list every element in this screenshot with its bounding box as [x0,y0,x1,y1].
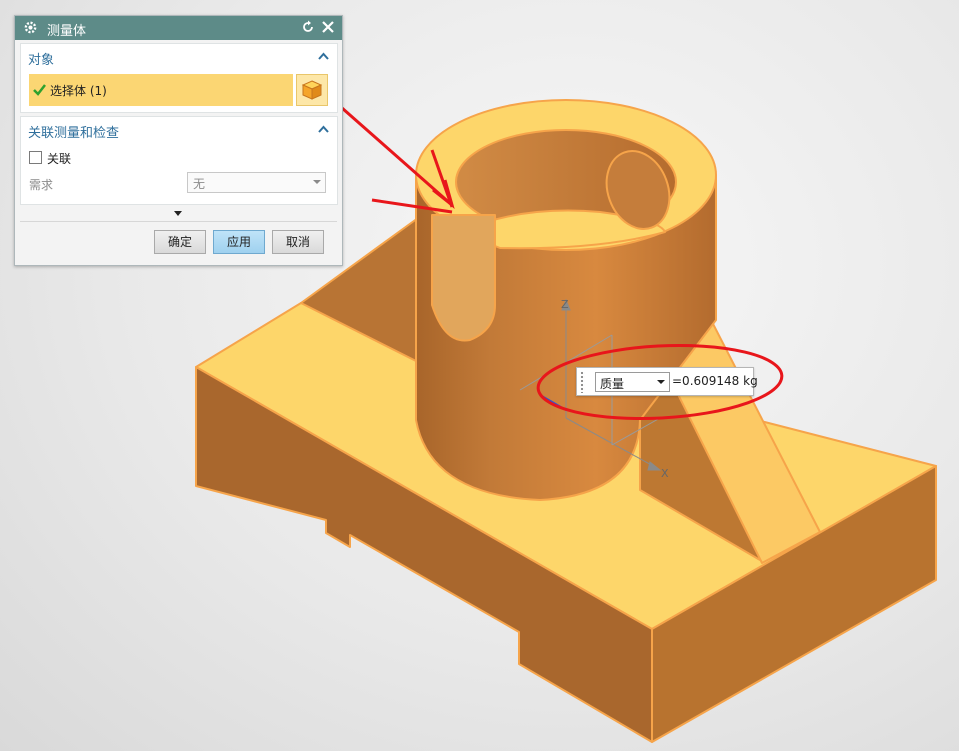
measure-body-dialog: 测量体 对象 选择体 (1) 关联测量和检查 关联 需求 无 确定 应用 取消 [14,15,343,266]
measure-type-value: 质量 [600,377,625,391]
associative-checkbox-label: 关联 [47,152,72,166]
drag-grip[interactable] [580,371,585,393]
collapse-caret-icon[interactable] [318,52,329,60]
reset-icon[interactable] [301,20,315,34]
object-section-title: 对象 [28,53,55,68]
dialog-titlebar[interactable]: 测量体 [15,16,342,40]
select-body-label: 选择体 (1) [50,84,107,98]
divider [20,221,337,222]
associative-section-title: 关联测量和检查 [28,126,120,141]
object-section-header[interactable]: 对象 [21,44,337,70]
ok-button[interactable]: 确定 [154,230,206,254]
measure-type-dropdown[interactable]: 质量 [595,372,670,392]
measure-value: =0.609148 kg [672,374,758,388]
expand-more-icon[interactable] [174,211,182,216]
requirement-dropdown[interactable]: 无 [187,172,326,193]
requirement-value: 无 [193,177,206,191]
axis-z-label: Z [561,298,569,311]
slot-cut [431,214,496,342]
requirement-label: 需求 [29,178,54,192]
collapse-caret-icon[interactable] [318,125,329,133]
gear-icon [24,21,37,34]
checkmark-icon [33,84,46,96]
associative-section-header[interactable]: 关联测量和检查 [21,117,337,143]
axis-x-label: X [661,467,669,480]
chevron-down-icon [313,180,321,184]
object-section: 对象 选择体 (1) [20,43,338,113]
close-icon[interactable] [321,20,335,34]
apply-button[interactable]: 应用 [213,230,265,254]
dialog-title: 测量体 [47,24,87,39]
cancel-button[interactable]: 取消 [272,230,324,254]
measure-result-box: 质量 =0.609148 kg [576,367,758,396]
associative-section: 关联测量和检查 关联 需求 无 [20,116,338,205]
associative-checkbox[interactable] [29,151,42,164]
chevron-down-icon [657,380,665,384]
cube-icon [301,80,323,100]
select-body-row[interactable]: 选择体 (1) [29,74,293,106]
select-solid-body-button[interactable] [296,74,328,106]
